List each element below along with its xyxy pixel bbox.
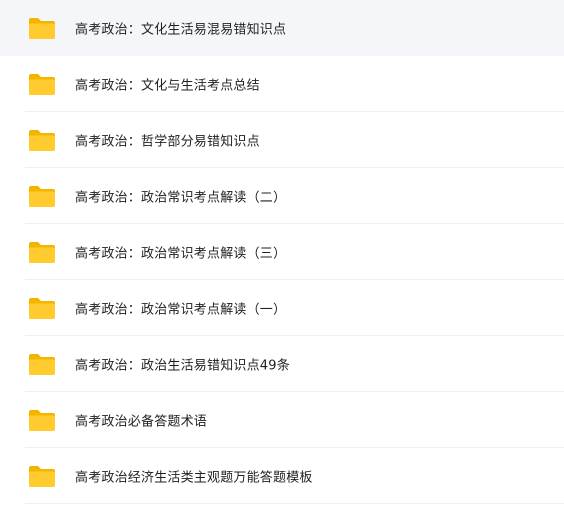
file-name[interactable]: 高考政治：文化与生活考点总结 <box>75 75 260 94</box>
folder-icon <box>29 242 55 263</box>
file-name[interactable]: 高考政治：政治常识考点解读（二） <box>75 187 286 206</box>
folder-icon <box>29 186 55 207</box>
file-row[interactable]: 高考政治经济生活类主观题万能答题模板 <box>0 448 564 504</box>
file-name[interactable]: 高考政治经济生活类主观题万能答题模板 <box>75 467 313 486</box>
file-name[interactable]: 高考政治：政治生活易错知识点49条 <box>75 355 290 374</box>
file-row[interactable]: 高考政治：哲学部分易错知识点 <box>0 112 564 168</box>
file-name[interactable]: 高考政治：哲学部分易错知识点 <box>75 131 260 150</box>
file-row[interactable]: 高考政治：政治常识考点解读（三） <box>0 224 564 280</box>
file-name[interactable]: 高考政治：文化生活易混易错知识点 <box>75 19 286 38</box>
file-row[interactable]: 高考政治必备答题术语 <box>0 392 564 448</box>
file-name[interactable]: 高考政治必备答题术语 <box>75 411 207 430</box>
folder-icon <box>29 18 55 39</box>
folder-icon <box>29 354 55 375</box>
folder-icon <box>29 410 55 431</box>
folder-icon <box>29 466 55 487</box>
file-name[interactable]: 高考政治：政治常识考点解读（三） <box>75 243 286 262</box>
file-row[interactable]: 高考政治：文化生活易混易错知识点 <box>0 0 564 56</box>
file-list: 高考政治：文化生活易混易错知识点 高考政治：文化与生活考点总结 高考政治：哲学部… <box>0 0 564 507</box>
file-row[interactable]: 高考政治：政治生活易错知识点49条 <box>0 336 564 392</box>
file-name[interactable]: 高考政治：政治常识考点解读（一） <box>75 299 286 318</box>
file-row[interactable]: 高考政治：文化与生活考点总结 <box>0 56 564 112</box>
file-row[interactable]: 高考政治：政治常识考点解读（一） <box>0 280 564 336</box>
file-row[interactable]: 高考政治：政治常识考点解读（二） <box>0 168 564 224</box>
folder-icon <box>29 130 55 151</box>
folder-icon <box>29 74 55 95</box>
row-divider <box>25 503 564 504</box>
folder-icon <box>29 298 55 319</box>
